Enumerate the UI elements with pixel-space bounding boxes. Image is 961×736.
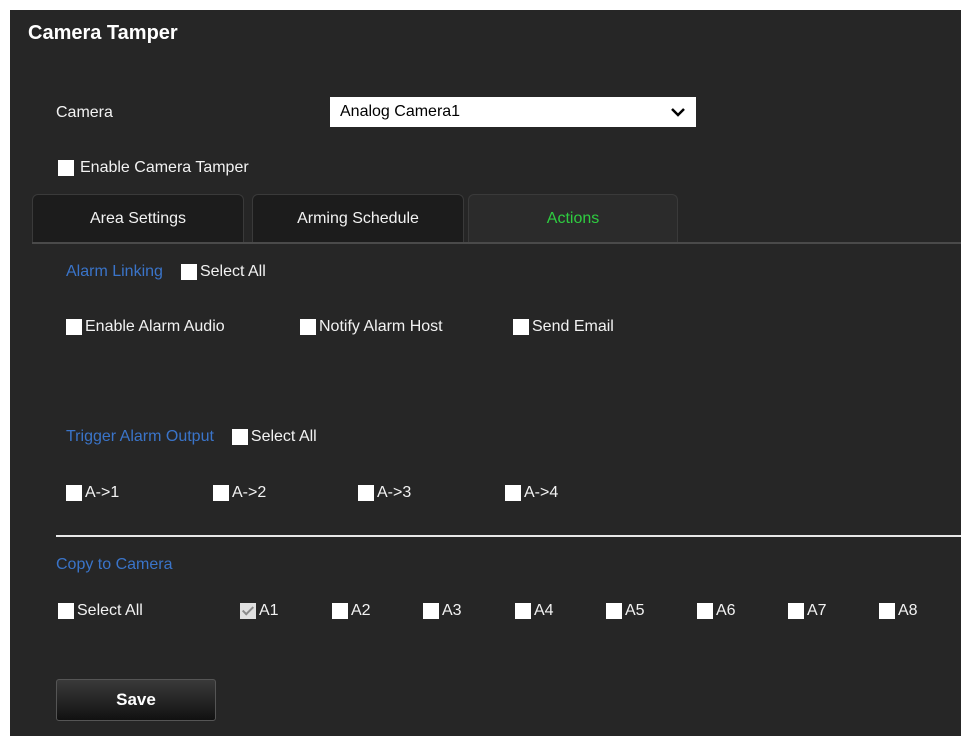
output-a4-checkbox[interactable]: A->4 xyxy=(505,484,558,502)
camera-tamper-panel: Camera Tamper Camera Analog Camera1 Enab… xyxy=(10,10,961,736)
copy-camera-a3-checkbox[interactable]: A3 xyxy=(423,602,462,620)
copy-camera-a4-checkbox[interactable]: A4 xyxy=(515,602,554,620)
notify-alarm-host-checkbox[interactable]: Notify Alarm Host xyxy=(300,318,443,336)
output-a3-box[interactable] xyxy=(358,485,374,501)
copy-camera-a5-box[interactable] xyxy=(606,603,622,619)
tab-arming-schedule[interactable]: Arming Schedule xyxy=(252,194,464,242)
trigger-alarm-output-row: Trigger Alarm Output Select All xyxy=(66,428,317,446)
output-a4-box[interactable] xyxy=(505,485,521,501)
send-email-box[interactable] xyxy=(513,319,529,335)
output-a1-box[interactable] xyxy=(66,485,82,501)
output-a3-label: A->3 xyxy=(377,484,412,501)
copy-camera-a2-label: A2 xyxy=(351,602,371,619)
copy-camera-a6-box[interactable] xyxy=(697,603,713,619)
enable-camera-tamper-checkbox[interactable]: Enable Camera Tamper xyxy=(58,159,249,177)
copy-camera-a1-box[interactable] xyxy=(240,603,256,619)
copy-camera-a8-label: A8 xyxy=(898,602,918,619)
copy-select-all-checkbox[interactable]: Select All xyxy=(58,602,143,620)
copy-camera-a7-checkbox[interactable]: A7 xyxy=(788,602,827,620)
output-a2-box[interactable] xyxy=(213,485,229,501)
output-a4-label: A->4 xyxy=(524,484,559,501)
copy-camera-a4-label: A4 xyxy=(534,602,554,619)
send-email-label: Send Email xyxy=(532,318,614,335)
copy-to-camera-heading: Copy to Camera xyxy=(56,556,173,573)
trigger-alarm-output-select-all-label: Select All xyxy=(250,428,317,445)
copy-camera-a3-label: A3 xyxy=(442,602,462,619)
section-divider xyxy=(56,535,961,537)
chevron-down-icon xyxy=(671,108,685,117)
save-button[interactable]: Save xyxy=(56,679,216,721)
alarm-linking-heading: Alarm Linking xyxy=(66,263,163,280)
enable-camera-tamper-label: Enable Camera Tamper xyxy=(80,159,249,176)
alarm-linking-select-all-box[interactable] xyxy=(180,264,197,280)
send-email-checkbox[interactable]: Send Email xyxy=(513,318,614,336)
copy-camera-a1-checkbox[interactable]: A1 xyxy=(240,602,279,620)
copy-select-all-box[interactable] xyxy=(58,603,74,619)
enable-alarm-audio-checkbox[interactable]: Enable Alarm Audio xyxy=(66,318,225,336)
trigger-alarm-output-select-all-box[interactable] xyxy=(231,429,248,445)
output-a2-checkbox[interactable]: A->2 xyxy=(213,484,266,502)
tab-arming-schedule-label: Arming Schedule xyxy=(297,209,419,227)
camera-select[interactable]: Analog Camera1 xyxy=(330,97,696,127)
camera-select-value: Analog Camera1 xyxy=(340,103,461,120)
notify-alarm-host-label: Notify Alarm Host xyxy=(319,318,443,335)
copy-camera-a5-label: A5 xyxy=(625,602,645,619)
copy-camera-a8-box[interactable] xyxy=(879,603,895,619)
page-title: Camera Tamper xyxy=(28,22,178,44)
trigger-alarm-output-heading: Trigger Alarm Output xyxy=(66,428,214,445)
copy-camera-a8-checkbox[interactable]: A8 xyxy=(879,602,918,620)
output-a2-label: A->2 xyxy=(232,484,267,501)
alarm-linking-row: Alarm Linking Select All xyxy=(66,263,266,281)
copy-camera-a2-box[interactable] xyxy=(332,603,348,619)
output-a1-label: A->1 xyxy=(85,484,120,501)
output-a3-checkbox[interactable]: A->3 xyxy=(358,484,411,502)
alarm-linking-select-all-label: Select All xyxy=(199,263,266,280)
copy-camera-a3-box[interactable] xyxy=(423,603,439,619)
copy-camera-a6-checkbox[interactable]: A6 xyxy=(697,602,736,620)
enable-camera-tamper-box[interactable] xyxy=(58,160,74,176)
copy-camera-a4-box[interactable] xyxy=(515,603,531,619)
copy-camera-a6-label: A6 xyxy=(716,602,736,619)
enable-alarm-audio-label: Enable Alarm Audio xyxy=(85,318,225,335)
enable-alarm-audio-box[interactable] xyxy=(66,319,82,335)
copy-camera-a1-label: A1 xyxy=(259,602,279,619)
copy-camera-a5-checkbox[interactable]: A5 xyxy=(606,602,645,620)
tabs-underline xyxy=(32,242,961,244)
copy-camera-a7-box[interactable] xyxy=(788,603,804,619)
tab-area-settings[interactable]: Area Settings xyxy=(32,194,244,242)
tab-actions[interactable]: Actions xyxy=(468,194,678,242)
copy-camera-a7-label: A7 xyxy=(807,602,827,619)
output-a1-checkbox[interactable]: A->1 xyxy=(66,484,119,502)
copy-camera-a2-checkbox[interactable]: A2 xyxy=(332,602,371,620)
notify-alarm-host-box[interactable] xyxy=(300,319,316,335)
tab-area-settings-label: Area Settings xyxy=(89,209,187,227)
camera-label: Camera xyxy=(56,104,113,121)
copy-select-all-label: Select All xyxy=(77,602,143,619)
tab-actions-label: Actions xyxy=(546,209,600,227)
